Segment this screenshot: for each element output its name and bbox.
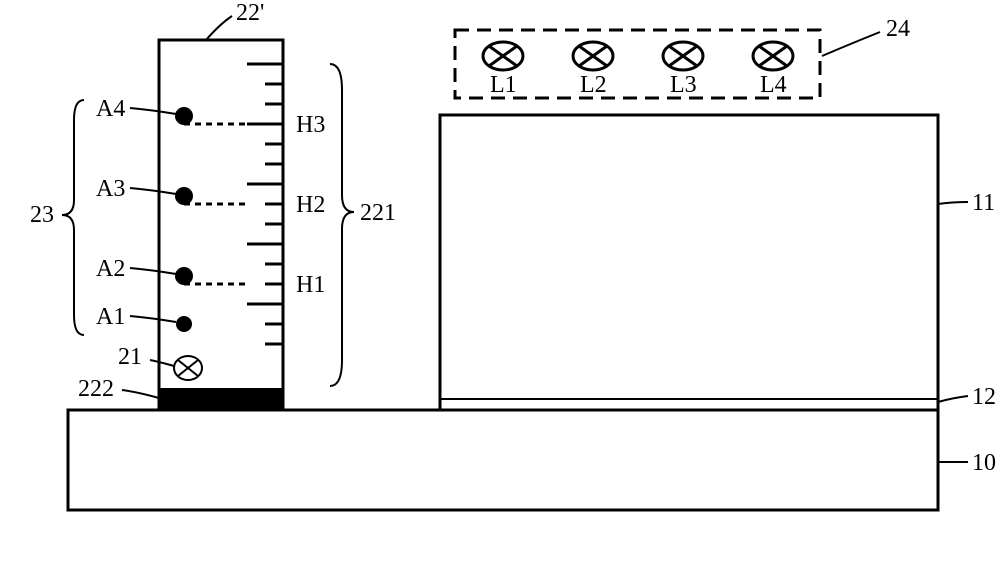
gauge-bottom-block (159, 388, 283, 410)
label-A2: A2 (96, 256, 125, 282)
label-22p: 22' (236, 0, 264, 26)
label-H3: H3 (296, 112, 325, 138)
ruler-ticks (247, 64, 283, 344)
label-H2: H2 (296, 192, 325, 218)
figure: 22' A4 A3 A2 A1 21 222 23 221 H3 H2 H1 L… (0, 0, 1000, 570)
level-lines (184, 124, 247, 284)
label-A4: A4 (96, 96, 125, 122)
base-block (68, 410, 938, 510)
brace-221 (330, 64, 354, 386)
label-12: 12 (972, 384, 996, 410)
brace-23 (62, 100, 84, 335)
label-221: 221 (360, 200, 396, 226)
label-11: 11 (972, 190, 995, 216)
label-A3: A3 (96, 176, 125, 202)
label-24: 24 (886, 16, 910, 42)
label-H1: H1 (296, 272, 325, 298)
label-10: 10 (972, 450, 996, 476)
sensor-dots (175, 107, 193, 332)
gauge-column (159, 40, 283, 410)
label-L4: L4 (760, 72, 787, 98)
label-222: 222 (78, 376, 114, 402)
label-L1: L1 (490, 72, 517, 98)
element-21 (174, 356, 202, 380)
lamps (483, 42, 793, 70)
label-L3: L3 (670, 72, 697, 98)
label-A1: A1 (96, 304, 125, 330)
label-21: 21 (118, 344, 142, 370)
upper-box (440, 115, 938, 410)
label-23: 23 (30, 202, 54, 228)
label-L2: L2 (580, 72, 607, 98)
